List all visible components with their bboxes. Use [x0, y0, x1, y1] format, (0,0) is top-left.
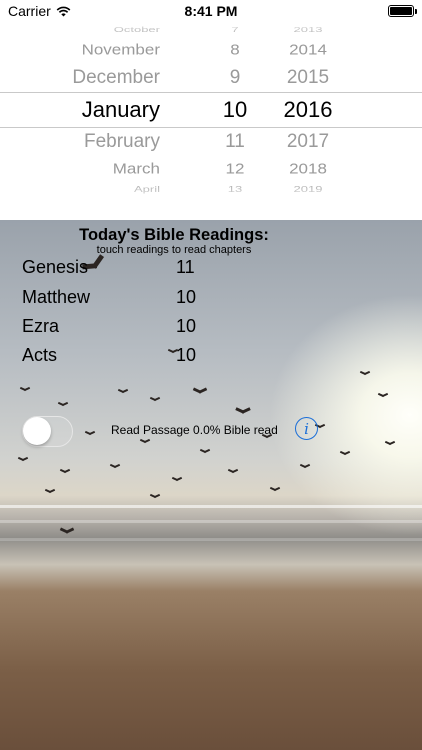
wave-line [0, 505, 422, 508]
picker-row-january-selected[interactable]: January 10 2016 [0, 97, 422, 123]
picker-day-selected: 10 [222, 97, 248, 122]
read-passage-toggle[interactable] [22, 416, 73, 447]
bird-icon [193, 389, 207, 395]
picker-row-december[interactable]: December 9 2015 [0, 67, 422, 89]
picker-year: 2014 [289, 41, 327, 58]
picker-day: 8 [230, 41, 240, 58]
picker-month-selected: January [81, 97, 160, 122]
picker-day: 9 [229, 67, 241, 88]
reading-row-ezra[interactable]: Ezra 10 [22, 316, 242, 340]
background-photo: Today's Bible Readings: touch readings t… [0, 220, 422, 750]
reading-book: Genesis [22, 257, 89, 277]
picker-day: 7 [231, 25, 239, 34]
reading-row-acts[interactable]: Acts 10 [22, 345, 242, 369]
picker-month: December [72, 67, 160, 88]
picker-month: November [81, 41, 160, 58]
info-icon[interactable]: i [295, 417, 318, 440]
battery-icon [388, 5, 417, 17]
reading-chapter: 11 [176, 257, 195, 277]
bird-icon [118, 390, 128, 394]
bird-icon [110, 465, 120, 469]
bird-icon [140, 440, 150, 444]
picker-month: February [83, 131, 160, 152]
wifi-icon [56, 6, 71, 16]
picker-month: October [113, 25, 160, 34]
picker-year: 2017 [286, 131, 330, 152]
bird-icon [60, 529, 74, 535]
bird-icon [200, 450, 210, 454]
bird-icon [270, 488, 280, 492]
bird-icon [236, 409, 251, 415]
wave-line [0, 520, 422, 523]
bird-icon [360, 372, 370, 376]
bird-icon [18, 458, 28, 462]
reading-book: Matthew [22, 287, 91, 307]
picker-row-november[interactable]: November 8 2014 [0, 40, 422, 62]
readings-title: Today's Bible Readings: [79, 226, 269, 244]
readings-subtitle: touch readings to read chapters [96, 244, 252, 256]
picker-day: 11 [225, 131, 245, 152]
bird-icon [172, 478, 182, 482]
picker-day: 12 [225, 160, 245, 177]
date-picker[interactable]: October 7 2013 November 8 2014 December … [0, 0, 422, 220]
picker-row-march[interactable]: March 12 2018 [0, 159, 422, 181]
bird-icon [45, 490, 55, 494]
picker-row-april[interactable]: April 13 2019 [0, 182, 422, 196]
status-left: Carrier [8, 3, 71, 19]
bird-icon [60, 470, 70, 474]
toggle-knob [23, 417, 51, 445]
bird-icon [300, 465, 310, 469]
picker-year-selected: 2016 [283, 97, 333, 122]
bird-icon [150, 398, 160, 402]
wave-line [0, 538, 422, 541]
bird-icon [20, 388, 30, 392]
bird-icon [385, 442, 395, 446]
status-bar: Carrier 8:41 PM [0, 0, 422, 22]
bird-icon [378, 394, 388, 398]
reading-row-matthew[interactable]: Matthew 10 [22, 287, 242, 311]
picker-month: March [112, 160, 160, 177]
reading-chapter: 10 [176, 316, 197, 336]
picker-year: 2015 [286, 67, 330, 88]
passage-progress-label: Read Passage 0.0% Bible read [111, 423, 278, 437]
picker-row-october[interactable]: October 7 2013 [0, 22, 422, 36]
bird-icon [228, 470, 238, 474]
reading-row-genesis[interactable]: Genesis 11 [22, 257, 242, 281]
bird-icon [58, 403, 68, 407]
picker-year: 2019 [293, 185, 323, 194]
reading-book: Acts [22, 345, 58, 365]
picker-row-february[interactable]: February 11 2017 [0, 131, 422, 153]
reading-chapter: 10 [176, 345, 197, 365]
picker-month: April [133, 185, 160, 194]
picker-year: 2013 [293, 25, 323, 34]
picker-year: 2018 [289, 160, 327, 177]
bird-icon [85, 432, 95, 436]
picker-day: 13 [227, 185, 243, 194]
reading-book: Ezra [22, 316, 60, 336]
bird-icon [340, 452, 350, 456]
bird-icon [150, 495, 160, 499]
carrier-label: Carrier [8, 3, 51, 19]
reading-chapter: 10 [176, 287, 197, 307]
